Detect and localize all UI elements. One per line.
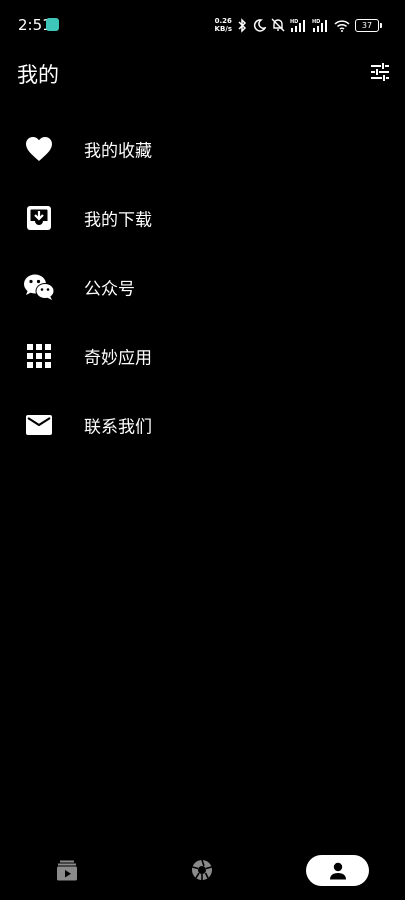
tab-profile[interactable] xyxy=(306,855,369,886)
bottom-navigation xyxy=(0,840,405,900)
heart-icon xyxy=(23,133,55,165)
menu-item-label: 我的下载 xyxy=(84,210,152,230)
hd-signal-icon: HD xyxy=(290,19,305,32)
profile-menu: 我的收藏 我的下载 公众号 奇妙应用 联系我们 xyxy=(0,114,405,459)
battery-icon: 37 xyxy=(355,18,382,32)
video-library-icon xyxy=(57,860,77,880)
status-bar: 2:51 0.26 KB/s HD HD 37 xyxy=(0,0,405,50)
tab-videos[interactable] xyxy=(36,840,98,900)
menu-item-label: 联系我们 xyxy=(84,417,152,437)
hd-signal-icon: HD xyxy=(312,19,327,32)
network-speed-unit: KB/s xyxy=(214,25,232,33)
network-speed-value: 0.26 xyxy=(214,17,232,25)
menu-item-apps[interactable]: 奇妙应用 xyxy=(0,321,405,390)
sliders-icon xyxy=(371,63,389,81)
wechat-icon xyxy=(23,271,55,303)
menu-item-label: 我的收藏 xyxy=(84,141,152,161)
tab-discover[interactable] xyxy=(171,840,233,900)
wifi-icon xyxy=(334,19,350,32)
menu-item-official-account[interactable]: 公众号 xyxy=(0,252,405,321)
menu-item-downloads[interactable]: 我的下载 xyxy=(0,183,405,252)
network-speed: 0.26 KB/s xyxy=(215,17,232,33)
moon-icon xyxy=(253,18,266,32)
app-notification-icon xyxy=(46,18,59,31)
svg-text:HD: HD xyxy=(312,19,320,25)
bell-off-icon xyxy=(271,18,285,32)
settings-button[interactable] xyxy=(369,61,391,83)
apps-grid-icon xyxy=(23,340,55,372)
menu-item-label: 奇妙应用 xyxy=(84,348,152,368)
bluetooth-icon xyxy=(238,17,247,33)
menu-item-label: 公众号 xyxy=(84,279,135,299)
person-icon xyxy=(329,862,346,879)
mail-icon xyxy=(23,409,55,441)
menu-item-contact[interactable]: 联系我们 xyxy=(0,390,405,459)
aperture-icon xyxy=(192,859,212,880)
download-box-icon xyxy=(23,202,55,234)
status-indicators: 0.26 KB/s HD HD 37 xyxy=(215,16,382,34)
menu-item-favorites[interactable]: 我的收藏 xyxy=(0,114,405,183)
svg-text:HD: HD xyxy=(290,19,298,25)
page-title: 我的 xyxy=(17,63,59,87)
